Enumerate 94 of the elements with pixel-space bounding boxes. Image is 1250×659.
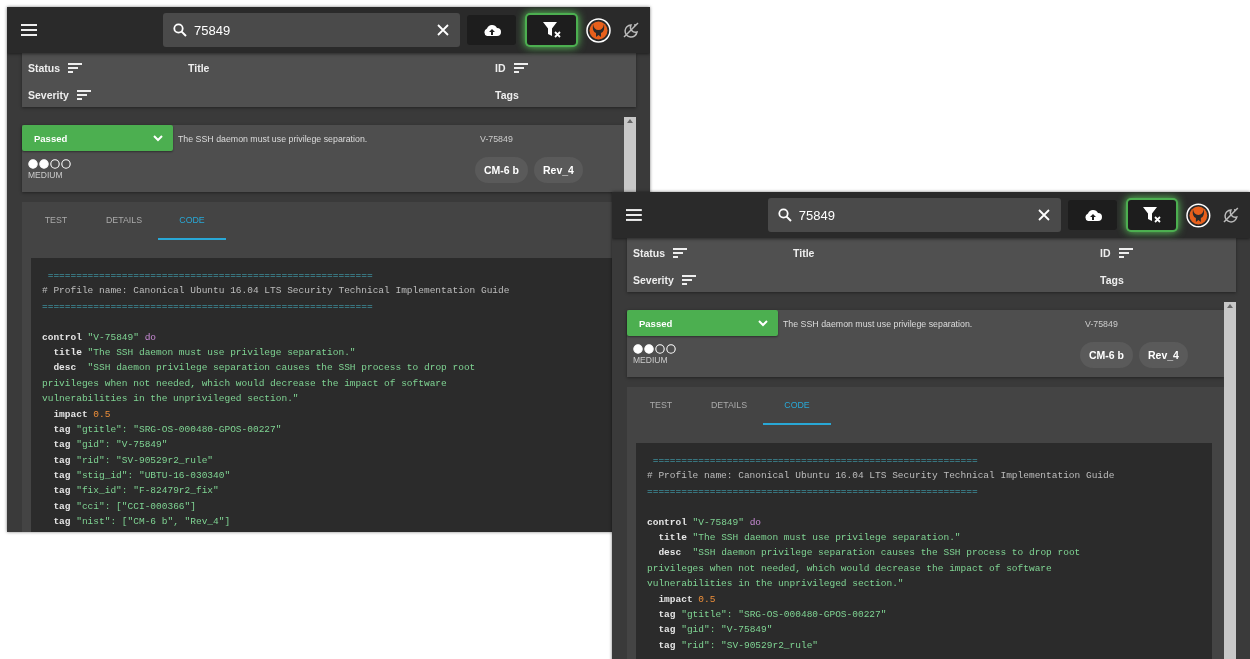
search-field[interactable]: 75849 bbox=[767, 198, 1062, 232]
tab[interactable]: TEST bbox=[627, 387, 695, 425]
result-title: The SSH daemon must use privilege separation. bbox=[782, 318, 974, 331]
chevron-down-icon bbox=[153, 134, 163, 142]
code-line: privileges when not needed, which would decrease the impact of software bbox=[647, 561, 1053, 576]
code-line: privileges when not needed, which would decrease the impact of software bbox=[42, 376, 448, 391]
filter-clear-icon bbox=[1142, 206, 1163, 224]
tab[interactable]: TEST bbox=[22, 202, 90, 240]
result-title: The SSH daemon must use privilege separation. bbox=[177, 133, 369, 146]
chevron-down-icon bbox=[758, 319, 768, 327]
code-line: control "V-75849" do bbox=[647, 515, 763, 530]
result-row[interactable]: Passed The SSH daemon must use privilege separation. V-75849 MEDIUM CM-6 b Rev_4 bbox=[22, 125, 624, 192]
search-icon bbox=[173, 23, 187, 37]
code-line: ========================================================== bbox=[647, 484, 979, 499]
scroll-up-icon[interactable] bbox=[627, 119, 633, 123]
sort-icon[interactable] bbox=[1118, 247, 1133, 258]
severity-label: MEDIUM bbox=[633, 355, 669, 365]
code-line: title "The SSH daemon must use privilege separation." bbox=[52, 345, 357, 360]
code-line: desc "SSH daemon privilege separation causes the SSH process to drop root bbox=[657, 546, 1082, 561]
column-header[interactable]: ID bbox=[489, 61, 528, 74]
cloud-upload-icon bbox=[482, 23, 501, 37]
code-line: ========================================================= bbox=[46, 269, 374, 283]
column-header[interactable]: Title bbox=[182, 61, 210, 74]
severity-dot bbox=[61, 159, 71, 169]
column-header[interactable]: Severity bbox=[22, 88, 91, 101]
code-line: tag "rid": "SV-90529r2_rule" bbox=[657, 638, 820, 653]
column-header[interactable]: ID bbox=[1094, 246, 1133, 259]
sort-icon[interactable] bbox=[513, 62, 528, 73]
severity-label: MEDIUM bbox=[28, 170, 64, 180]
code-line: tag "gid": "V-75849" bbox=[52, 438, 169, 453]
code-line: tag "gtitle": "SRG-OS-000480-GPOS-00227" bbox=[657, 607, 888, 622]
theme-toggle-icon[interactable] bbox=[1222, 206, 1240, 224]
search-field[interactable]: 75849 bbox=[163, 13, 460, 47]
code-line: # Profile name: Canonical Ubuntu 16.04 LTS Security Technical Implementation Guide bbox=[42, 284, 511, 299]
severity-dot bbox=[633, 344, 643, 354]
severity-dot bbox=[666, 344, 676, 354]
code-line: # Profile name: Canonical Ubuntu 16.04 LTS Security Technical Implementation Guide bbox=[647, 469, 1116, 484]
tab[interactable]: DETAILS bbox=[695, 387, 763, 425]
tab[interactable]: DETAILS bbox=[90, 202, 158, 240]
tag-chip[interactable]: CM-6 b bbox=[1080, 342, 1133, 368]
code-line: ========================================================== bbox=[42, 299, 374, 314]
column-header[interactable]: Tags bbox=[489, 88, 519, 101]
code-line: tag "stig_id": "UBTU-16-030340" bbox=[52, 469, 232, 484]
filter-clear-icon bbox=[541, 21, 562, 39]
logo-icon bbox=[586, 17, 611, 43]
tab[interactable]: CODE bbox=[158, 202, 226, 240]
cloud-upload-icon bbox=[1083, 208, 1102, 222]
column-header[interactable]: Tags bbox=[1094, 273, 1124, 286]
clear-filter-button[interactable] bbox=[1127, 200, 1177, 230]
severity-dot bbox=[50, 159, 60, 169]
severity-dot bbox=[655, 344, 665, 354]
close-icon[interactable] bbox=[1038, 209, 1051, 221]
result-row[interactable]: Passed The SSH daemon must use privilege separation. V-75849 MEDIUM CM-6 b Rev_4 bbox=[627, 310, 1224, 377]
tab[interactable]: CODE bbox=[763, 387, 831, 425]
code-line: tag "gtitle": "SRG-OS-000480-GPOS-00227" bbox=[52, 422, 283, 437]
clear-filter-button[interactable] bbox=[527, 15, 576, 45]
upload-button[interactable] bbox=[467, 15, 516, 45]
column-header[interactable]: Status bbox=[22, 61, 83, 74]
code-line: control "V-75849" do bbox=[42, 330, 158, 345]
logo-icon bbox=[1186, 202, 1212, 228]
column-header[interactable]: Severity bbox=[627, 273, 696, 286]
result-id: V-75849 bbox=[1084, 318, 1119, 331]
search-icon bbox=[777, 208, 792, 222]
code-line: tag "rid": "SV-90529r2_rule" bbox=[52, 453, 215, 468]
severity-dot bbox=[644, 344, 654, 354]
menu-icon[interactable] bbox=[21, 24, 37, 36]
severity-dot bbox=[39, 159, 49, 169]
code-line: impact 0.5 bbox=[657, 592, 717, 607]
column-header[interactable]: Title bbox=[787, 246, 815, 259]
severity-dot bbox=[28, 159, 38, 169]
code-line: impact 0.5 bbox=[52, 407, 112, 422]
code-line: tag "fix_id": "F-82479r2_fix" bbox=[52, 484, 220, 499]
code-line: ========================================================= bbox=[651, 454, 979, 468]
theme-toggle-icon[interactable] bbox=[622, 21, 640, 39]
tag-chip[interactable]: CM-6 b bbox=[475, 157, 528, 183]
code-line: tag "nist": ["CM-6 b", "Rev_4"] bbox=[52, 515, 232, 530]
code-line: tag "gid": "V-75849" bbox=[657, 623, 774, 638]
code-line: title "The SSH daemon must use privilege separation." bbox=[657, 530, 962, 545]
code-line: vulnerabilities in the unprivileged section." bbox=[42, 392, 300, 407]
result-id: V-75849 bbox=[479, 133, 514, 146]
tag-chip[interactable]: Rev_4 bbox=[534, 157, 583, 183]
menu-icon[interactable] bbox=[626, 209, 642, 221]
code-line: vulnerabilities in the unprivileged section." bbox=[647, 577, 905, 592]
upload-button[interactable] bbox=[1068, 200, 1117, 230]
sort-icon[interactable] bbox=[68, 62, 83, 73]
sort-icon[interactable] bbox=[681, 274, 696, 285]
scroll-up-icon[interactable] bbox=[1227, 304, 1233, 308]
code-line: tag "cci": ["CCI-000366"] bbox=[52, 499, 197, 514]
close-icon[interactable] bbox=[437, 24, 449, 36]
code-line: desc "SSH daemon privilege separation causes the SSH process to drop root bbox=[52, 361, 477, 376]
sort-icon[interactable] bbox=[76, 89, 91, 100]
sort-icon[interactable] bbox=[673, 247, 688, 258]
column-header[interactable]: Status bbox=[627, 246, 688, 259]
tag-chip[interactable]: Rev_4 bbox=[1139, 342, 1188, 368]
